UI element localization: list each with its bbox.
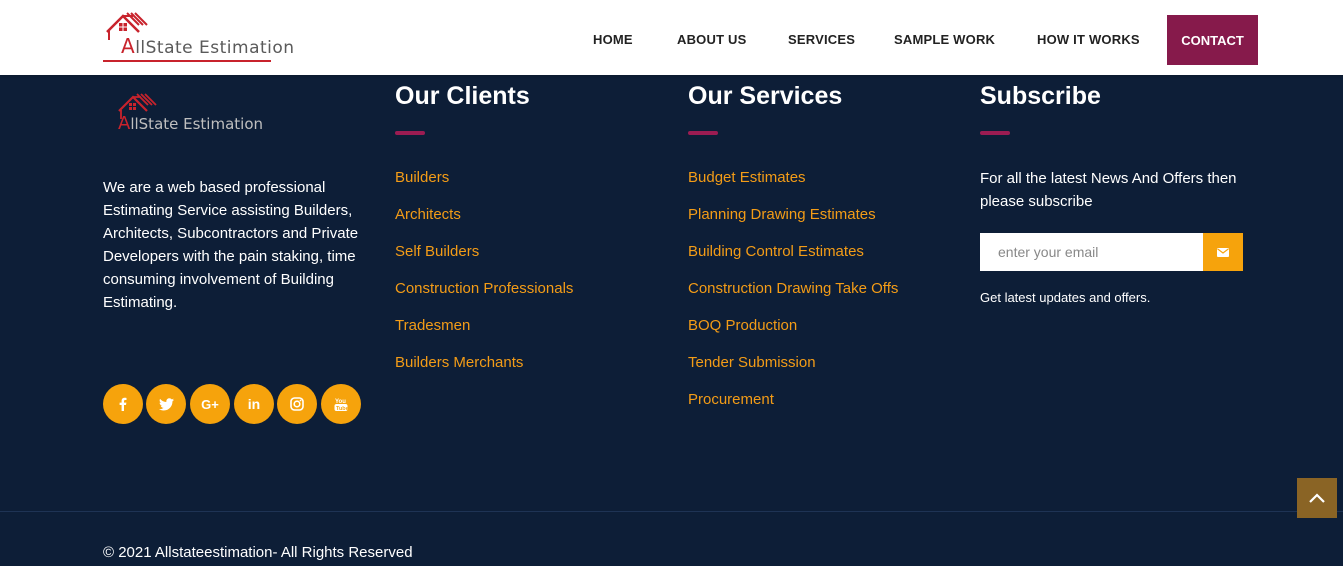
client-link-construction-professionals[interactable]: Construction Professionals	[395, 280, 573, 297]
service-link-budget-estimates[interactable]: Budget Estimates	[688, 169, 806, 186]
client-link-builders-merchants[interactable]: Builders Merchants	[395, 354, 523, 371]
service-link-boq-production[interactable]: BOQ Production	[688, 317, 797, 334]
header-logo[interactable]: AllState Estimation	[103, 10, 318, 64]
client-link-self-builders[interactable]: Self Builders	[395, 243, 479, 260]
subscribe-note: Get latest updates and offers.	[980, 290, 1151, 305]
subscribe-description: For all the latest News And Offers then …	[980, 170, 1237, 210]
service-link-planning-drawing-estimates[interactable]: Planning Drawing Estimates	[688, 206, 876, 223]
nav-how-it-works[interactable]: HOW IT WORKS	[1037, 32, 1140, 47]
logo-underline	[103, 60, 271, 62]
site-header: AllState Estimation HOME ABOUT US SERVIC…	[0, 0, 1343, 75]
clients-title-bar	[395, 131, 425, 135]
logo-text: AllState Estimation	[121, 34, 295, 58]
about-description: We are a web based professional Estimati…	[103, 179, 359, 311]
service-link-construction-drawing-take-offs[interactable]: Construction Drawing Take Offs	[688, 280, 898, 297]
nav-sample-work[interactable]: SAMPLE WORK	[894, 32, 995, 47]
client-link-architects[interactable]: Architects	[395, 206, 461, 223]
youtube-icon[interactable]: You Tube	[321, 384, 361, 424]
subscribe-button[interactable]	[1203, 233, 1243, 271]
service-link-building-control-estimates[interactable]: Building Control Estimates	[688, 243, 864, 260]
scroll-to-top-button[interactable]	[1297, 478, 1337, 518]
envelope-icon	[1217, 247, 1229, 257]
service-link-tender-submission[interactable]: Tender Submission	[688, 354, 816, 371]
chevron-up-icon	[1309, 492, 1325, 503]
service-link-procurement[interactable]: Procurement	[688, 391, 774, 408]
instagram-icon[interactable]	[277, 384, 317, 424]
email-input[interactable]	[980, 233, 1203, 271]
nav-contact-button[interactable]: CONTACT	[1167, 15, 1258, 65]
facebook-icon[interactable]	[103, 384, 143, 424]
nav-home[interactable]: HOME	[593, 32, 633, 47]
nav-about-us[interactable]: ABOUT US	[677, 32, 747, 47]
subscribe-title: Subscribe	[980, 82, 1101, 110]
copyright-text: © 2021 Allstateestimation- All Rights Re…	[103, 544, 413, 561]
twitter-icon[interactable]	[146, 384, 186, 424]
services-title: Our Services	[688, 82, 843, 110]
footer-logo[interactable]: AllState Estimation	[103, 85, 313, 155]
services-title-bar	[688, 131, 718, 135]
clients-title: Our Clients	[395, 82, 530, 110]
client-link-tradesmen[interactable]: Tradesmen	[395, 317, 470, 334]
linkedin-icon[interactable]: in	[234, 384, 274, 424]
footer-logo-text: AllState Estimation	[118, 113, 264, 134]
google-plus-icon[interactable]: G+	[190, 384, 230, 424]
subscribe-title-bar	[980, 131, 1010, 135]
nav-services[interactable]: SERVICES	[788, 32, 855, 47]
client-link-builders[interactable]: Builders	[395, 169, 449, 186]
svg-text:Tube: Tube	[336, 406, 348, 412]
footer-divider	[0, 511, 1343, 512]
